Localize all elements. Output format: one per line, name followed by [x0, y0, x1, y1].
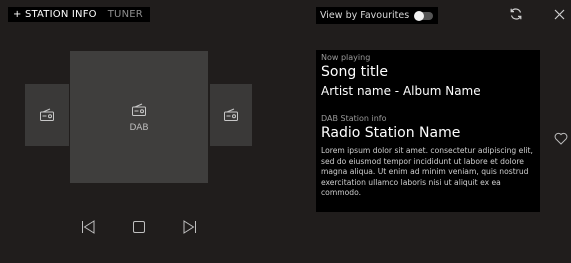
station-band-label: DAB: [129, 123, 149, 133]
station-card-previous[interactable]: [25, 84, 69, 146]
tab-tuner[interactable]: TUNER: [105, 7, 146, 22]
stop-icon[interactable]: [131, 219, 147, 235]
radio-icon: [132, 101, 146, 120]
favourites-label: View by Favourites: [320, 10, 410, 21]
close-icon[interactable]: [551, 6, 567, 22]
station-name: Radio Station Name: [321, 125, 461, 141]
song-title: Song title: [321, 64, 389, 80]
tab-station-info[interactable]: + STATION INFO: [10, 7, 100, 22]
refresh-icon[interactable]: [508, 6, 524, 22]
skip-previous-icon[interactable]: [80, 219, 96, 235]
radio-icon: [40, 106, 54, 125]
toggle-knob: [414, 10, 425, 21]
heart-icon[interactable]: [554, 130, 568, 145]
station-description: Lorem ipsum dolor sit amet. consectetur …: [321, 146, 533, 198]
source-tabs: + STATION INFO TUNER: [8, 7, 150, 22]
station-info-label: DAB Station info: [321, 114, 387, 123]
now-playing-label: Now playing: [321, 53, 371, 62]
radio-icon: [224, 106, 238, 125]
favourites-filter: View by Favourites: [316, 7, 439, 24]
station-card-next[interactable]: [210, 84, 252, 146]
station-card-current[interactable]: DAB: [70, 51, 208, 183]
skip-next-icon[interactable]: [182, 219, 198, 235]
favourites-toggle[interactable]: [414, 10, 434, 21]
artist-album: Artist name - Album Name: [321, 84, 481, 98]
station-info-panel: Now playing Song title Artist name - Alb…: [316, 50, 540, 212]
